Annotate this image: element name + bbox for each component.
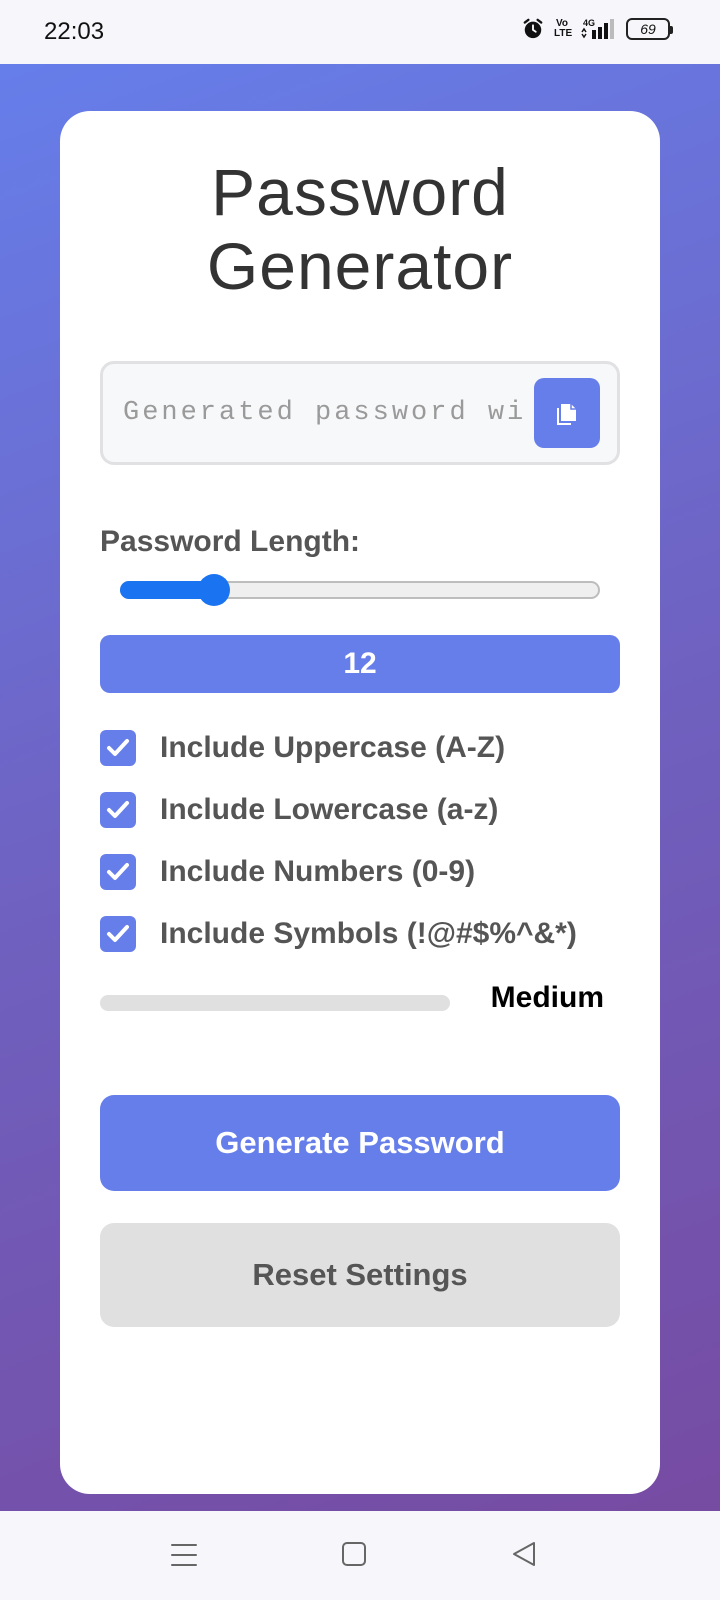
option-lowercase[interactable]: Include Lowercase (a-z) <box>100 779 620 841</box>
reset-button[interactable]: Reset Settings <box>100 1223 620 1327</box>
uppercase-label[interactable]: Include Uppercase (A-Z) <box>160 731 505 765</box>
status-bar: 22:03 Vo LTE 4G 69 <box>0 0 720 64</box>
home-icon[interactable] <box>334 1537 374 1573</box>
strength-text: Medium <box>490 981 604 1014</box>
generator-card: Password Generator Password Length: 12 I… <box>60 111 660 1494</box>
generate-button[interactable]: Generate Password <box>100 1095 620 1191</box>
strength-bar <box>100 995 450 1011</box>
copy-button[interactable] <box>534 378 600 448</box>
lowercase-label[interactable]: Include Lowercase (a-z) <box>160 793 498 827</box>
network-type-text: 4G <box>583 18 595 28</box>
system-nav-bar <box>0 1511 720 1600</box>
option-numbers[interactable]: Include Numbers (0-9) <box>100 841 620 903</box>
lowercase-checkbox[interactable] <box>100 792 136 828</box>
volte-icon: Vo LTE <box>554 19 573 39</box>
page-title: Password Generator <box>60 155 660 303</box>
options-list: Include Uppercase (A-Z) Include Lowercas… <box>100 717 620 965</box>
length-slider[interactable] <box>120 574 600 606</box>
title-line-1: Password <box>211 155 509 229</box>
back-icon[interactable] <box>504 1537 544 1573</box>
battery-indicator: 69 <box>626 18 673 40</box>
numbers-checkbox[interactable] <box>100 854 136 890</box>
strength-indicator: Medium <box>100 981 620 1021</box>
check-icon <box>107 863 129 880</box>
option-uppercase[interactable]: Include Uppercase (A-Z) <box>100 717 620 779</box>
battery-level: 69 <box>640 21 656 37</box>
length-label: Password Length: <box>100 525 361 558</box>
signal-icon: 4G <box>581 18 614 39</box>
length-value-display: 12 <box>100 635 620 693</box>
check-icon <box>107 925 129 942</box>
password-output-box <box>100 361 620 465</box>
title-line-2: Generator <box>206 229 514 303</box>
status-icons: Vo LTE 4G 69 <box>522 18 673 40</box>
check-icon <box>107 801 129 818</box>
numbers-label[interactable]: Include Numbers (0-9) <box>160 855 475 889</box>
symbols-checkbox[interactable] <box>100 916 136 952</box>
alarm-icon <box>523 18 543 39</box>
menu-icon[interactable] <box>164 1537 204 1573</box>
option-symbols[interactable]: Include Symbols (!@#$%^&*) <box>100 903 620 965</box>
volte-bottom-text: LTE <box>554 28 573 39</box>
slider-thumb[interactable] <box>198 574 230 606</box>
password-output-field[interactable] <box>123 384 523 442</box>
symbols-label[interactable]: Include Symbols (!@#$%^&*) <box>160 917 577 951</box>
check-icon <box>107 739 129 756</box>
status-time: 22:03 <box>44 18 105 45</box>
copy-icon <box>557 404 576 425</box>
uppercase-checkbox[interactable] <box>100 730 136 766</box>
